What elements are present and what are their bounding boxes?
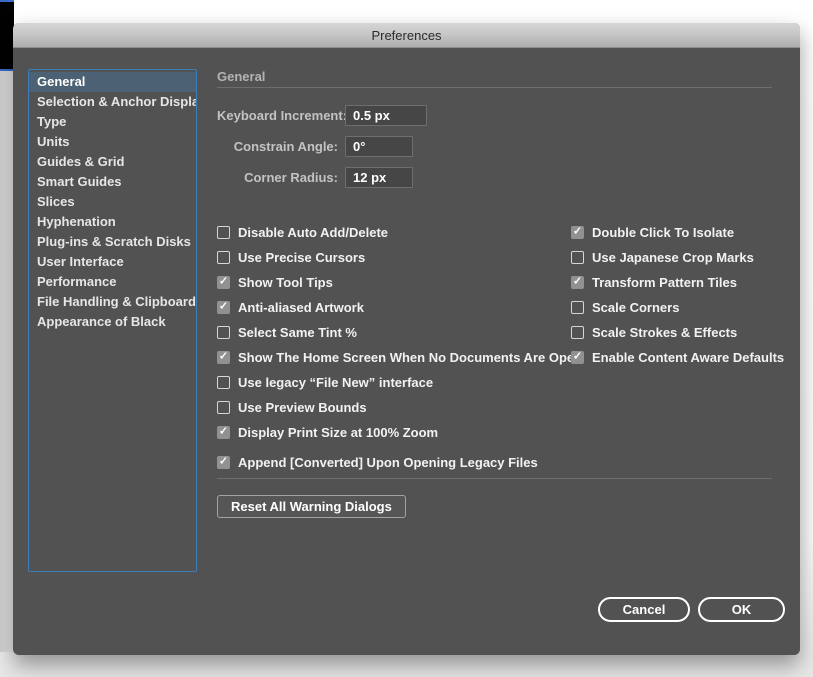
cancel-button[interactable]: Cancel — [598, 597, 690, 622]
checkbox-column-right: ✓ Double Click To Isolate ✓ Use Japanese… — [571, 220, 789, 370]
checkbox-box[interactable]: ✓ — [217, 326, 230, 339]
dialog-titlebar[interactable]: Preferences — [13, 23, 800, 48]
check-icon: ✓ — [218, 300, 229, 313]
checkbox-label: Select Same Tint % — [238, 325, 357, 340]
keyboard-increment-input[interactable] — [345, 104, 427, 126]
checkbox-box[interactable]: ✓ — [217, 351, 230, 364]
checkbox-label: Display Print Size at 100% Zoom — [238, 425, 439, 440]
checkbox-column-left: ✓ Disable Auto Add/Delete ✓ Use Precise … — [217, 220, 582, 475]
sidebar-item-plugins-scratch-disks[interactable]: Plug-ins & Scratch Disks — [29, 232, 196, 252]
checkbox-box[interactable]: ✓ — [217, 226, 230, 239]
sidebar-item-user-interface[interactable]: User Interface — [29, 252, 196, 272]
checkbox-transform-pattern-tiles[interactable]: ✓ Transform Pattern Tiles — [571, 270, 789, 295]
sidebar-item-units[interactable]: Units — [29, 132, 196, 152]
checkbox-label: Use Japanese Crop Marks — [592, 250, 754, 265]
checkbox-double-click-to-isolate[interactable]: ✓ Double Click To Isolate — [571, 220, 789, 245]
background-black-panel-bottom — [0, 0, 14, 58]
checkbox-label: Scale Strokes & Effects — [592, 325, 738, 340]
checkbox-use-legacy-file-new[interactable]: ✓ Use legacy “File New” interface — [217, 370, 569, 395]
checkbox-label: Enable Content Aware Defaults — [592, 350, 785, 365]
checkbox-use-preview-bounds[interactable]: ✓ Use Preview Bounds — [217, 395, 569, 420]
checkbox-box[interactable]: ✓ — [571, 301, 584, 314]
checkbox-box[interactable]: ✓ — [217, 276, 230, 289]
checkbox-display-print-size[interactable]: ✓ Display Print Size at 100% Zoom — [217, 420, 569, 445]
checkbox-scale-strokes-effects[interactable]: ✓ Scale Strokes & Effects — [571, 320, 789, 345]
keyboard-increment-row: Keyboard Increment: — [217, 104, 427, 126]
sidebar-item-guides-grid[interactable]: Guides & Grid — [29, 152, 196, 172]
check-icon: ✓ — [572, 350, 583, 363]
checkbox-show-tool-tips[interactable]: ✓ Show Tool Tips — [217, 270, 569, 295]
checkbox-label: Transform Pattern Tiles — [592, 275, 737, 290]
preferences-dialog: Preferences General Selection & Anchor D… — [13, 23, 800, 655]
check-icon: ✓ — [572, 275, 583, 288]
sidebar-item-selection-anchor-display[interactable]: Selection & Anchor Display — [29, 92, 196, 112]
checkbox-box[interactable]: ✓ — [217, 376, 230, 389]
checkbox-label: Scale Corners — [592, 300, 680, 315]
checkbox-box[interactable]: ✓ — [571, 276, 584, 289]
constrain-angle-input[interactable] — [345, 135, 413, 157]
checkbox-label: Append [Converted] Upon Opening Legacy F… — [238, 455, 538, 470]
checkbox-use-precise-cursors[interactable]: ✓ Use Precise Cursors — [217, 245, 569, 270]
checkbox-label: Use legacy “File New” interface — [238, 375, 434, 390]
sidebar-item-slices[interactable]: Slices — [29, 192, 196, 212]
corner-radius-label: Corner Radius: — [244, 169, 338, 185]
sidebar-item-type[interactable]: Type — [29, 112, 196, 132]
checkbox-box[interactable]: ✓ — [571, 351, 584, 364]
check-icon: ✓ — [218, 425, 229, 438]
checkbox-box[interactable]: ✓ — [571, 251, 584, 264]
checkbox-enable-content-aware-defaults[interactable]: ✓ Enable Content Aware Defaults — [571, 345, 789, 370]
checkbox-label: Double Click To Isolate — [592, 225, 735, 240]
checkbox-box[interactable]: ✓ — [217, 426, 230, 439]
checkbox-box[interactable]: ✓ — [217, 456, 230, 469]
dialog-title: Preferences — [371, 27, 442, 43]
checkbox-box[interactable]: ✓ — [217, 301, 230, 314]
checkbox-box[interactable]: ✓ — [571, 226, 584, 239]
check-icon: ✓ — [218, 455, 229, 468]
constrain-angle-label: Constrain Angle: — [233, 138, 338, 154]
checkbox-box[interactable]: ✓ — [571, 326, 584, 339]
checkbox-append-converted[interactable]: ✓ Append [Converted] Upon Opening Legacy… — [217, 450, 569, 475]
checkbox-anti-aliased-artwork[interactable]: ✓ Anti-aliased Artwork — [217, 295, 569, 320]
checkbox-label: Anti-aliased Artwork — [238, 300, 364, 315]
checkbox-show-home-screen[interactable]: ✓ Show The Home Screen When No Documents… — [217, 345, 582, 370]
ok-button[interactable]: OK — [698, 597, 785, 622]
checkbox-label: Use Precise Cursors — [238, 250, 366, 265]
section-title: General — [217, 69, 266, 84]
sidebar-item-file-handling-clipboard[interactable]: File Handling & Clipboard — [29, 292, 196, 312]
constrain-angle-row: Constrain Angle: — [217, 135, 413, 157]
sidebar-item-general[interactable]: General — [29, 72, 196, 92]
checkbox-label: Use Preview Bounds — [238, 400, 367, 415]
preferences-category-list: General Selection & Anchor Display Type … — [28, 69, 197, 572]
checkbox-use-japanese-crop-marks[interactable]: ✓ Use Japanese Crop Marks — [571, 245, 789, 270]
sidebar-item-hyphenation[interactable]: Hyphenation — [29, 212, 196, 232]
bottom-divider — [217, 478, 772, 479]
checkbox-label: Disable Auto Add/Delete — [238, 225, 389, 240]
keyboard-increment-label: Keyboard Increment: — [217, 107, 348, 123]
background-app-strip — [0, 0, 14, 652]
sidebar-item-smart-guides[interactable]: Smart Guides — [29, 172, 196, 192]
section-divider — [217, 87, 772, 88]
sidebar-item-appearance-of-black[interactable]: Appearance of Black — [29, 312, 196, 332]
checkbox-scale-corners[interactable]: ✓ Scale Corners — [571, 295, 789, 320]
reset-warning-dialogs-button[interactable]: Reset All Warning Dialogs — [217, 495, 406, 518]
checkbox-select-same-tint[interactable]: ✓ Select Same Tint % — [217, 320, 569, 345]
check-icon: ✓ — [572, 225, 583, 238]
sidebar-item-performance[interactable]: Performance — [29, 272, 196, 292]
check-icon: ✓ — [218, 275, 229, 288]
checkbox-disable-auto-add-delete[interactable]: ✓ Disable Auto Add/Delete — [217, 220, 569, 245]
corner-radius-input[interactable] — [345, 166, 413, 188]
corner-radius-row: Corner Radius: — [217, 166, 413, 188]
checkbox-label: Show The Home Screen When No Documents A… — [238, 350, 583, 365]
check-icon: ✓ — [218, 350, 229, 363]
checkbox-label: Show Tool Tips — [238, 275, 333, 290]
checkbox-box[interactable]: ✓ — [217, 401, 230, 414]
checkbox-box[interactable]: ✓ — [217, 251, 230, 264]
